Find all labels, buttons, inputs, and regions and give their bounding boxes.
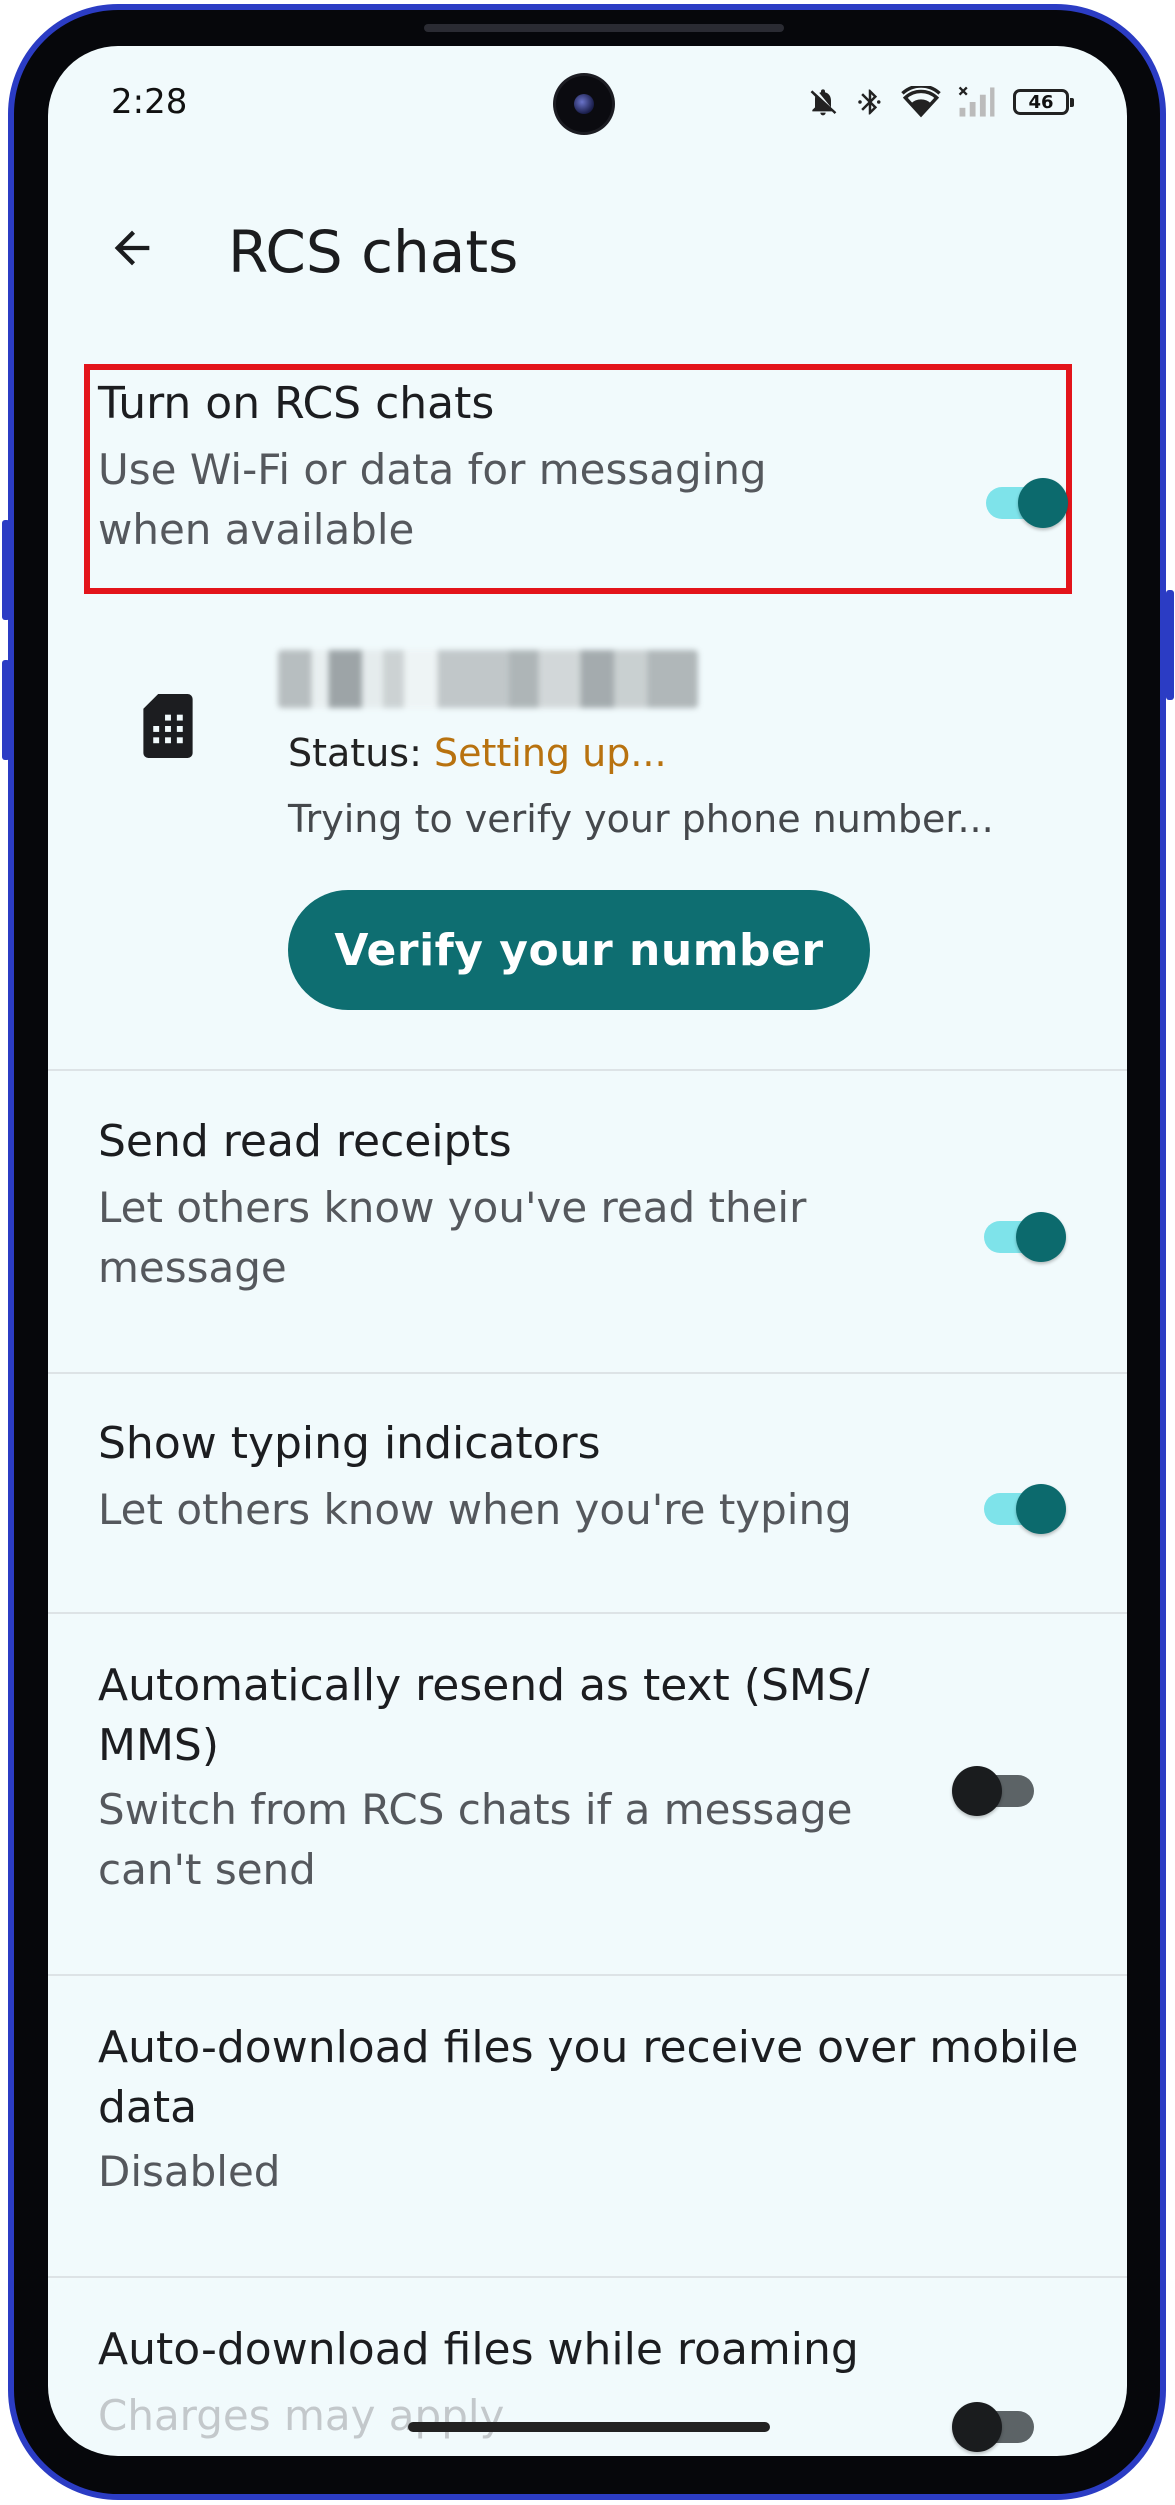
setting-title: MMS): [98, 1720, 220, 1771]
signal-icon: [957, 86, 997, 118]
wifi-icon: [901, 86, 941, 118]
status-value: Setting up...: [433, 731, 667, 775]
setting-title: Turn on RCS chats: [98, 378, 495, 429]
volume-button: [2, 660, 10, 760]
volume-button: [2, 520, 10, 620]
back-button[interactable]: [100, 216, 164, 280]
setting-subtitle: can't send: [98, 1845, 316, 1894]
power-button: [1166, 590, 1174, 700]
setting-subtitle: Charges may apply: [98, 2391, 505, 2440]
switch-thumb: [1016, 1212, 1066, 1262]
switch-thumb: [952, 2402, 1002, 2452]
divider: [48, 1069, 1127, 1071]
setting-read-receipts[interactable]: Send read receipts Let others know you'v…: [48, 1112, 1127, 1332]
setting-typing-indicators[interactable]: Show typing indicators Let others know w…: [48, 1414, 1127, 1554]
redacted-phone-number: [278, 650, 698, 708]
status-label: Status:: [288, 731, 434, 775]
sim-card-icon: [142, 694, 194, 762]
battery-icon: 46: [1013, 89, 1074, 115]
switch-thumb: [1018, 478, 1068, 528]
switch-thumb: [952, 1766, 1002, 1816]
setting-auto-download-roaming[interactable]: Auto-download files while roaming Charge…: [48, 2320, 1127, 2456]
setting-subtitle: Let others know when you're typing: [98, 1485, 852, 1534]
setting-subtitle: Disabled: [98, 2147, 281, 2196]
setting-title: Auto-download files you receive over mob…: [98, 2022, 1079, 2073]
divider: [48, 1612, 1127, 1614]
setting-auto-download-mobile[interactable]: Auto-download files you receive over mob…: [48, 2018, 1127, 2218]
front-camera: [556, 76, 612, 132]
typing-indicators-switch[interactable]: [978, 1484, 1066, 1534]
setting-subtitle: Use Wi-Fi or data for messaging: [98, 445, 767, 494]
app-bar: RCS chats: [48, 196, 1127, 306]
setting-subtitle: message: [98, 1243, 287, 1292]
setting-title: Automatically resend as text (SMS/: [98, 1660, 870, 1711]
setting-subtitle: Let others know you've read their: [98, 1183, 807, 1232]
divider: [48, 1974, 1127, 1976]
sim-status: Status: Setting up...: [288, 726, 667, 780]
divider: [48, 1372, 1127, 1374]
sim-status-detail: Trying to verify your phone number...: [288, 797, 994, 841]
page-title: RCS chats: [228, 218, 519, 286]
divider: [48, 2276, 1127, 2278]
setting-title: Show typing indicators: [98, 1418, 601, 1469]
auto-resend-switch[interactable]: [952, 1766, 1040, 1816]
gesture-bar[interactable]: [408, 2422, 770, 2432]
arrow-back-icon: [114, 230, 150, 266]
setting-title: Auto-download files while roaming: [98, 2324, 859, 2375]
setting-title: Send read receipts: [98, 1116, 512, 1167]
screen: 2:28 46 RCS chats Turn on RCS chats Use …: [48, 46, 1127, 2456]
setting-auto-resend[interactable]: Automatically resend as text (SMS/ MMS) …: [48, 1656, 1127, 1916]
setting-rcs-chats[interactable]: Turn on RCS chats Use Wi-Fi or data for …: [48, 374, 1127, 594]
setting-title: data: [98, 2082, 198, 2133]
read-receipts-switch[interactable]: [978, 1212, 1066, 1262]
setting-subtitle: Switch from RCS chats if a message: [98, 1785, 853, 1834]
rcs-chats-switch[interactable]: [980, 478, 1068, 528]
bluetooth-icon: [855, 86, 885, 118]
notifications-off-icon: [807, 86, 839, 118]
status-time: 2:28: [111, 82, 188, 122]
switch-thumb: [1016, 1484, 1066, 1534]
speaker-slot: [424, 24, 784, 32]
status-bar: 2:28 46: [48, 46, 1127, 146]
status-icons: 46: [807, 84, 1074, 120]
setting-subtitle: when available: [98, 505, 415, 554]
auto-download-roaming-switch[interactable]: [952, 2402, 1040, 2452]
verify-number-button[interactable]: Verify your number: [288, 890, 870, 1010]
